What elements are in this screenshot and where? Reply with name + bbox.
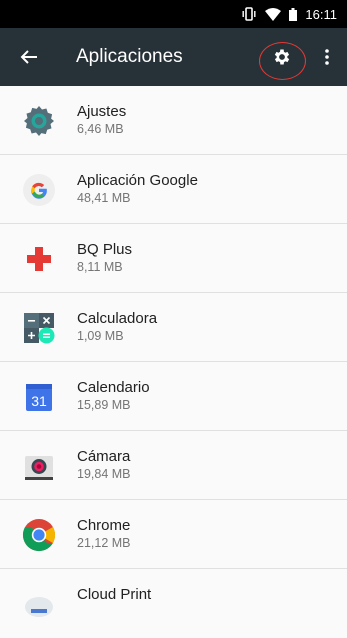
- calendar-icon: 31: [22, 380, 56, 414]
- app-name: Calendario: [77, 379, 150, 396]
- calculator-icon: [22, 311, 56, 345]
- app-name: Aplicación Google: [77, 172, 198, 189]
- list-item[interactable]: Aplicación Google 48,41 MB: [0, 155, 347, 224]
- app-size: 8,11 MB: [77, 260, 123, 274]
- overflow-menu-button[interactable]: [314, 37, 340, 77]
- chrome-icon: [22, 518, 56, 552]
- app-size: 19,84 MB: [77, 467, 131, 481]
- app-list: Ajustes 6,46 MB Aplicación Google 48,41 …: [0, 86, 347, 638]
- app-name: Calculadora: [77, 310, 158, 327]
- arrow-back-icon: [20, 50, 37, 64]
- list-item[interactable]: Calculadora 1,09 MB: [0, 293, 347, 362]
- list-item[interactable]: Cámara 19,84 MB: [0, 431, 347, 500]
- wifi-icon: [265, 7, 282, 21]
- back-button[interactable]: [0, 28, 58, 86]
- bq-plus-icon: [22, 242, 56, 276]
- camera-icon: [22, 449, 56, 483]
- app-size: 1,09 MB: [77, 329, 124, 343]
- list-item[interactable]: 31 Calendario 15,89 MB: [0, 362, 347, 431]
- page-title: Aplicaciones: [76, 46, 183, 67]
- app-settings-button[interactable]: [262, 37, 302, 77]
- list-item[interactable]: Chrome 21,12 MB: [0, 500, 347, 569]
- app-size: 6,46 MB: [77, 122, 124, 136]
- battery-icon: [289, 7, 298, 21]
- app-size: 21,12 MB: [77, 536, 131, 550]
- list-item[interactable]: Ajustes 6,46 MB: [0, 86, 347, 155]
- calendar-day: 31: [31, 393, 47, 409]
- app-name: Cámara: [77, 448, 131, 465]
- app-name: BQ Plus: [77, 241, 133, 258]
- app-size: 15,89 MB: [77, 398, 131, 412]
- gear-icon: [274, 49, 290, 65]
- app-name: Chrome: [77, 517, 131, 534]
- more-vert-icon: [325, 49, 329, 65]
- app-bar: Aplicaciones: [0, 28, 347, 86]
- status-time: 16:11: [305, 6, 337, 22]
- vibrate-icon: [241, 7, 257, 21]
- settings-app-icon: [22, 104, 56, 138]
- cloud-print-icon: [22, 587, 56, 621]
- google-app-icon: [22, 173, 56, 207]
- list-item[interactable]: Cloud Print: [0, 569, 347, 638]
- status-bar: 16:11: [0, 0, 347, 28]
- app-name: Ajustes: [77, 103, 127, 120]
- app-size: 48,41 MB: [77, 191, 131, 205]
- app-name: Cloud Print: [77, 586, 152, 603]
- list-item[interactable]: BQ Plus 8,11 MB: [0, 224, 347, 293]
